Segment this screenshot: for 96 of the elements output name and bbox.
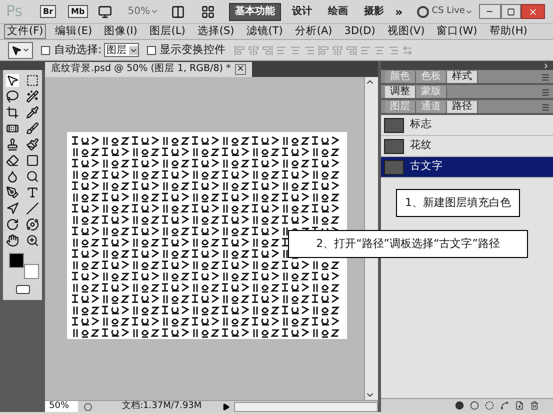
delete-icon[interactable] (530, 401, 539, 410)
caret-icon (128, 46, 138, 54)
cs-live-button[interactable]: CS Live (432, 4, 473, 18)
path-thumbnail (384, 118, 404, 132)
path-name: 花纹 (410, 138, 432, 154)
tab-close-button[interactable]: × (234, 64, 246, 75)
droplet-icon[interactable] (6, 170, 20, 183)
arrow-pointer-icon[interactable] (6, 202, 20, 215)
background-color-swatch[interactable] (24, 264, 38, 279)
panel-menu-icon[interactable] (541, 73, 550, 82)
eyedropper-icon[interactable] (26, 106, 39, 119)
menu-item[interactable]: 编辑(E) (52, 24, 96, 39)
lasso-tool-icon[interactable] (6, 90, 20, 103)
orbit-icon[interactable] (26, 218, 39, 231)
quick-mask-button[interactable] (16, 285, 30, 294)
panel-menu-icon[interactable] (541, 103, 550, 112)
panel-tab[interactable]: 路径 (447, 101, 478, 113)
rotate-icon[interactable] (6, 218, 20, 231)
checkbox-label: 显示变换控件 (160, 42, 226, 58)
menu-item[interactable]: 图像(I) (101, 24, 140, 39)
pen-tool-icon[interactable] (6, 186, 20, 199)
menu-item[interactable]: 图层(L) (146, 24, 188, 39)
horizontal-scrollbar[interactable] (234, 402, 378, 412)
eraser-icon[interactable] (6, 154, 20, 167)
close-button[interactable] (520, 4, 545, 19)
magic-wand-icon[interactable] (26, 90, 39, 103)
status-menu-icon[interactable] (222, 402, 230, 410)
work-path-icon[interactable] (500, 401, 509, 410)
path-thumbnail (384, 160, 404, 174)
path-name: 古文字 (410, 159, 443, 174)
maximize-button[interactable] (500, 4, 521, 19)
line-tool-icon[interactable] (26, 202, 39, 215)
panel-tab[interactable]: 调整 (385, 86, 416, 98)
load-selection-icon[interactable] (485, 401, 494, 410)
collapse-icon[interactable] (542, 62, 550, 70)
menu-item[interactable]: 文件(F) (4, 24, 46, 39)
callout-note: 1、新建图层填充白色 (396, 189, 520, 217)
panel-tab[interactable]: 样式 (447, 71, 478, 83)
caret-icon (150, 7, 159, 16)
minimize-button[interactable] (478, 4, 501, 19)
arrange-icon[interactable] (170, 4, 185, 18)
workspace-button[interactable]: 基本功能 (228, 2, 281, 20)
workspace-button[interactable]: 设计 (286, 2, 317, 20)
document-tab[interactable]: 底纹背景.psd @ 50% (图层 1, RGB/8) * × (45, 62, 252, 77)
menu-item[interactable]: 视图(V) (384, 24, 428, 39)
move-tool-icon (11, 44, 22, 56)
document-size-status: 文档:1.37M/7.93M (122, 400, 203, 413)
status-info-icon[interactable] (84, 402, 92, 410)
gradient-square-icon[interactable] (26, 154, 39, 167)
menu-item[interactable]: 分析(A) (292, 24, 336, 39)
document-tab-title: 底纹背景.psd @ 50% (图层 1, RGB/8) * (51, 62, 231, 76)
menu-item[interactable]: 帮助(H) (486, 24, 530, 39)
zoom-tool-icon[interactable] (26, 234, 39, 247)
layer-select-dropdown[interactable]: 图层 (104, 43, 139, 57)
zoom-level-field[interactable]: 50% (45, 401, 78, 412)
stroke-path-icon[interactable] (470, 401, 479, 410)
mini-bridge-button[interactable]: Mb (68, 5, 88, 18)
brush-icon[interactable] (26, 122, 39, 135)
cs-live-icon (416, 6, 429, 18)
maximize-icon (506, 8, 515, 16)
foreground-color-swatch[interactable] (8, 253, 24, 268)
paintbrush-icon[interactable] (26, 138, 39, 151)
bandage-icon[interactable] (6, 122, 20, 135)
hand-tool-icon[interactable] (6, 234, 20, 247)
close-icon (528, 6, 538, 16)
checkbox[interactable] (146, 46, 156, 54)
path-name: 标志 (410, 117, 432, 132)
workspace-button[interactable]: 摄影 (358, 2, 389, 20)
callout-note: 2、打开“路径”调板选择“古文字”路径 (288, 230, 528, 258)
checkbox[interactable] (41, 46, 50, 54)
type-tool-icon[interactable] (26, 186, 39, 199)
more-button[interactable]: » (394, 2, 403, 20)
menu-item[interactable]: 窗口(W) (434, 24, 480, 39)
move-tool-icon[interactable] (6, 74, 20, 87)
fill-path-icon[interactable] (455, 401, 464, 410)
menu-item[interactable]: 选择(S) (194, 24, 238, 39)
bridge-button[interactable]: Br (40, 5, 56, 18)
panel-menu-icon[interactable] (541, 88, 550, 97)
marquee-tool-icon[interactable] (26, 74, 39, 87)
screen-mode-icon[interactable] (200, 4, 215, 18)
path-thumbnail (384, 138, 404, 154)
tool-preset-picker[interactable] (8, 42, 33, 58)
magnifier-tool-icon[interactable] (26, 170, 39, 183)
new-path-icon[interactable] (515, 401, 524, 410)
view-extras-icon[interactable] (98, 4, 112, 18)
caret-icon (22, 46, 30, 54)
stamp-icon[interactable] (6, 138, 20, 151)
menu-item[interactable]: 3D(D) (341, 24, 378, 39)
app-logo: Ps (6, 1, 24, 22)
zoom-dropdown[interactable]: 50% (128, 4, 159, 19)
crop-tool-icon[interactable] (6, 106, 20, 119)
path-row[interactable]: 古文字 (381, 157, 553, 178)
checkbox-label: 自动选择: (54, 42, 102, 58)
workspace-button[interactable]: 绘画 (322, 2, 353, 20)
path-row[interactable]: 标志 (381, 115, 553, 136)
menu-item[interactable]: 滤镜(T) (243, 24, 286, 39)
